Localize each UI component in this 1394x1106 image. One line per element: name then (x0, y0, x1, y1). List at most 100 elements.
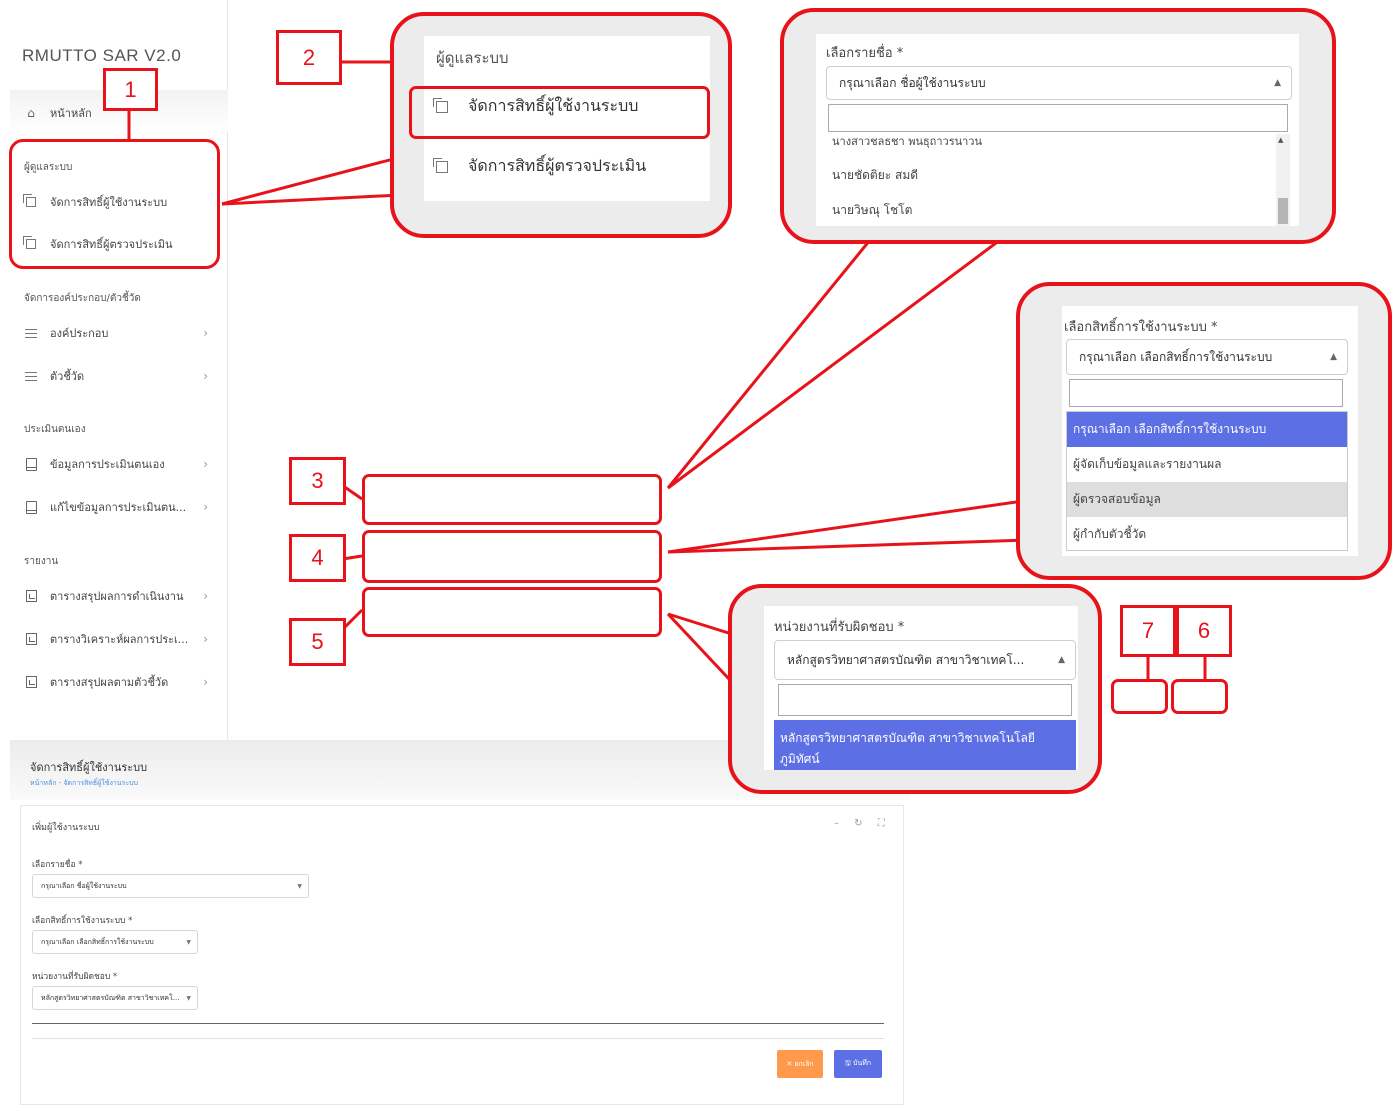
book-icon (24, 500, 38, 514)
department-select-value: หลักสูตรวิทยาศาสตรบัณฑิต สาขาวิชาเทคโ... (41, 993, 180, 1002)
name-option[interactable]: นางสาวชลธชา พนธุถาวรนาวน (826, 132, 1277, 150)
department-search-input[interactable] (778, 684, 1072, 716)
annotation-target-name-select (362, 474, 662, 525)
page-title: จัดการสิทธิ์ผู้ใช้งานระบบ (30, 761, 148, 774)
sidebar-item-label: ตัวชี้วัด (50, 370, 85, 383)
name-select-expanded[interactable]: กรุณาเลือก ชื่อผู้ใช้งานระบบ ▲ (826, 66, 1292, 100)
role-option[interactable]: ผู้จัดเก็บข้อมูลและรายงานผล (1067, 447, 1347, 482)
sidebar-item-indicators[interactable]: ตัวชี้วัด › (24, 363, 214, 389)
annotation-number-6: 6 (1176, 605, 1232, 657)
annotation-number-3: 3 (289, 457, 346, 505)
name-field-label: เลือกรายชื่อ * (32, 860, 83, 870)
callout-department-panel: หน่วยงานที่รับผิดชอบ * หลักสูตรวิทยาศาสต… (764, 606, 1078, 770)
callout-role-panel: เลือกสิทธิ์การใช้งานระบบ * กรุณาเลือก เล… (1062, 306, 1358, 556)
sidebar-item-self-assessment-data[interactable]: ข้อมูลการประเมินตนเอง › (24, 451, 214, 477)
annotation-highlight-user-permissions (409, 86, 710, 139)
menu-item-label: จัดการสิทธิ์ผู้ตรวจประเมิน (468, 156, 647, 175)
department-option-line: หลักสูตรวิทยาศาสตรบัณฑิต สาขาวิชาเทคโนโล… (780, 731, 1035, 745)
annotation-highlight-admin-menu (9, 139, 220, 269)
card-tools[interactable]: – ↻ ⛶ (834, 818, 891, 829)
report-icon (24, 589, 38, 603)
sidebar-item-label: ข้อมูลการประเมินตนเอง (50, 458, 165, 471)
sidebar-item-self-assessment-edit[interactable]: แก้ไขข้อมูลการประเมินตน... › (24, 494, 214, 520)
name-select[interactable]: กรุณาเลือก ชื่อผู้ใช้งานระบบ ▼ (32, 874, 309, 898)
chevron-right-icon: › (203, 632, 208, 646)
role-select[interactable]: กรุณาเลือก เลือกสิทธิ์การใช้งานระบบ ▼ (32, 930, 198, 954)
name-select-value: กรุณาเลือก ชื่อผู้ใช้งานระบบ (41, 881, 127, 890)
add-user-card (20, 805, 904, 1105)
role-select-value: กรุณาเลือก เลือกสิทธิ์การใช้งานระบบ (1079, 349, 1273, 364)
callout-name-panel: เลือกรายชื่อ * กรุณาเลือก ชื่อผู้ใช้งานร… (816, 34, 1299, 226)
card-title: เพิ่มผู้ใช้งานระบบ (32, 823, 100, 833)
role-option[interactable]: ผู้ตรวจสอบข้อมูล (1067, 482, 1347, 517)
divider (32, 1023, 884, 1024)
annotation-number-5: 5 (289, 618, 346, 666)
save-button[interactable]: 🖫 บันทึก (834, 1050, 882, 1078)
department-field-label: หน่วยงานที่รับผิดชอบ * (774, 620, 905, 635)
sidebar-section-components: จัดการองค์ประกอบ/ตัวชี้วัด (24, 293, 141, 304)
caret-up-icon: ▲ (1330, 352, 1337, 362)
sidebar-section-self-assessment: ประเมินตนเอง (24, 424, 86, 435)
name-option[interactable]: นายชัดติยะ สมดี (826, 160, 1277, 190)
app-brand: RMUTTO SAR V2.0 (22, 46, 182, 65)
name-field-label: เลือกรายชื่อ * (826, 46, 904, 61)
department-select-value: หลักสูตรวิทยาศาสตรบัณฑิต สาขาวิชาเทคโ... (787, 652, 1025, 667)
admin-section-heading: ผู้ดูแลระบบ (436, 49, 509, 67)
annotation-target-role-select (362, 530, 662, 583)
sidebar-item-report-analysis[interactable]: ตารางวิเคราะห์ผลการประเ... › (24, 626, 214, 652)
annotation-target-department-select (362, 587, 662, 637)
caret-down-icon: ▼ (186, 994, 191, 1002)
menu-item-assessor-permissions[interactable]: จัดการสิทธิ์ผู้ตรวจประเมิน (433, 154, 647, 179)
cancel-button[interactable]: ✕ ยกเลิก (777, 1050, 823, 1078)
chevron-right-icon: › (203, 326, 208, 340)
department-option-selected[interactable]: หลักสูตรวิทยาศาสตรบัณฑิต สาขาวิชาเทคโนโล… (774, 720, 1076, 770)
role-field-label: เลือกสิทธิ์การใช้งานระบบ * (32, 916, 133, 926)
caret-up-icon: ▲ (1274, 78, 1281, 88)
menu-icon (24, 369, 38, 383)
department-option-line: ภูมิทัศน์ (780, 752, 820, 766)
name-select-value: กรุณาเลือก ชื่อผู้ใช้งานระบบ (839, 75, 986, 90)
role-select-value: กรุณาเลือก เลือกสิทธิ์การใช้งานระบบ (41, 937, 154, 946)
report-icon (24, 632, 38, 646)
name-option[interactable]: นายวิษณุ โชโต (826, 195, 1277, 225)
copy-icon (433, 157, 448, 173)
home-icon: ⌂ (27, 106, 35, 120)
annotation-number-2: 2 (276, 30, 342, 85)
caret-down-icon: ▼ (297, 882, 302, 890)
chevron-right-icon: › (203, 369, 208, 383)
role-select-expanded[interactable]: กรุณาเลือก เลือกสิทธิ์การใช้งานระบบ ▲ (1066, 339, 1348, 375)
department-select[interactable]: หลักสูตรวิทยาศาสตรบัณฑิต สาขาวิชาเทคโ...… (32, 986, 198, 1010)
sidebar-item-report-indicators[interactable]: ตารางสรุปผลตามตัวชี้วัด › (24, 669, 214, 695)
role-search-input[interactable] (1069, 379, 1343, 407)
annotation-target-cancel (1111, 679, 1168, 714)
sidebar-item-components[interactable]: องค์ประกอบ › (24, 320, 214, 346)
caret-down-icon: ▼ (186, 938, 191, 946)
sidebar-item-label: องค์ประกอบ (50, 327, 109, 340)
annotation-number-7: 7 (1120, 605, 1176, 657)
name-search-input[interactable] (828, 104, 1288, 132)
annotation-number-1: 1 (103, 68, 158, 111)
sidebar-item-label: ตารางสรุปผลการดำเนินงาน (50, 590, 184, 603)
sidebar-item-report-summary[interactable]: ตารางสรุปผลการดำเนินงาน › (24, 583, 214, 609)
role-option[interactable]: ผู้กำกับตัวชี้วัด (1067, 517, 1347, 551)
report-icon (24, 675, 38, 689)
breadcrumb[interactable]: หน้าหลัก - จัดการสิทธิ์ผู้ใช้งานระบบ (30, 778, 138, 789)
role-option[interactable]: กรุณาเลือก เลือกสิทธิ์การใช้งานระบบ (1067, 412, 1347, 447)
department-select-expanded[interactable]: หลักสูตรวิทยาศาสตรบัณฑิต สาขาวิชาเทคโ...… (774, 640, 1076, 680)
book-icon (24, 457, 38, 471)
scrollbar-thumb[interactable] (1278, 198, 1288, 224)
divider (32, 1038, 884, 1039)
caret-up-icon: ▲ (1058, 655, 1065, 665)
sidebar: RMUTTO SAR V2.0 ⌂ หน้าหลัก ผู้ดูแลระบบ จ… (0, 0, 228, 740)
scrollbar[interactable]: ▲ (1276, 134, 1290, 226)
sidebar-item-label: ตารางวิเคราะห์ผลการประเ... (50, 633, 189, 646)
chevron-right-icon: › (203, 500, 208, 514)
sidebar-item-label: ตารางสรุปผลตามตัวชี้วัด (50, 676, 169, 689)
annotation-target-save (1171, 679, 1228, 714)
scroll-up-icon[interactable]: ▲ (1278, 136, 1283, 144)
sidebar-item-label: หน้าหลัก (50, 107, 92, 120)
sidebar-section-reports: รายงาน (24, 556, 59, 567)
annotation-number-4: 4 (289, 534, 346, 582)
sidebar-item-label: แก้ไขข้อมูลการประเมินตน... (50, 501, 187, 514)
role-options-list: กรุณาเลือก เลือกสิทธิ์การใช้งานระบบ ผู้จ… (1066, 411, 1348, 551)
